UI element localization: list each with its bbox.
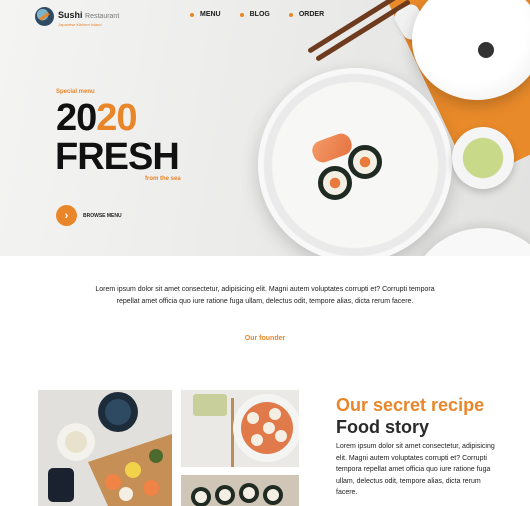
sushi-roll-image: [318, 166, 352, 200]
hero-headline: FRESH: [55, 136, 180, 178]
nav-item-blog[interactable]: BLOG: [239, 11, 270, 18]
brand-tagline: Japanese Kitchen Island: [58, 22, 102, 27]
logo-text: Sushi Restaurant Japanese Kitchen Island: [58, 6, 119, 27]
logo-link[interactable]: Sushi Restaurant Japanese Kitchen Island: [35, 6, 119, 27]
bullet-icon: [288, 12, 293, 17]
hero-year: 2020: [56, 97, 138, 139]
our-founder-link[interactable]: Our founder: [0, 335, 530, 342]
sushi-roll-image: [348, 145, 382, 179]
sushi-platter-illustration: [38, 390, 172, 506]
hero-section: Sushi Restaurant Japanese Kitchen Island…: [0, 0, 530, 256]
plate-image: [408, 228, 530, 256]
chopstick-image: [307, 0, 403, 54]
nav-item-order[interactable]: ORDER: [288, 11, 325, 18]
nav-item-label: ORDER: [298, 11, 325, 18]
sushi-rolls-illustration: [181, 475, 299, 506]
hero-kicker: Special menu: [56, 89, 95, 95]
logo-icon: [35, 7, 54, 26]
wasabi-bowl-image: [452, 127, 514, 189]
sushi-platter-photo: [38, 390, 172, 506]
nav-item-label: BLOG: [249, 11, 270, 18]
hero-subline: from the sea: [145, 176, 181, 182]
bullet-icon: [239, 12, 244, 17]
intro-text: Lorem ipsum dolor sit amet consectetur, …: [95, 286, 435, 305]
sushi-plate-illustration: [181, 390, 299, 467]
hero-year-part2: 20: [96, 97, 137, 139]
nav-item-label: MENU: [200, 11, 221, 18]
teapot-lid-knob-image: [478, 42, 494, 58]
browse-menu-label: BROWSE MENU: [83, 212, 122, 219]
chevron-right-icon: ›: [56, 205, 77, 226]
recipe-title-accent: Our secret recipe: [336, 395, 485, 415]
bullet-icon: [190, 12, 194, 17]
sushi-rolls-photo: [181, 475, 299, 506]
brand-name: Sushi: [58, 10, 83, 20]
main-nav: MENU BLOG ORDER: [190, 11, 324, 18]
hero-year-part1: 20: [56, 97, 97, 139]
sushi-plate-photo: [181, 390, 299, 467]
nav-item-menu[interactable]: MENU: [190, 11, 221, 18]
recipe-text: Lorem ipsum dolor sit amet consectetur, …: [336, 443, 495, 496]
chopstick-image: [315, 0, 411, 62]
browse-menu-button[interactable]: › BROWSE MENU: [56, 205, 122, 226]
recipe-title: Food story: [336, 417, 429, 437]
brand-name-suffix: Restaurant: [85, 13, 120, 20]
